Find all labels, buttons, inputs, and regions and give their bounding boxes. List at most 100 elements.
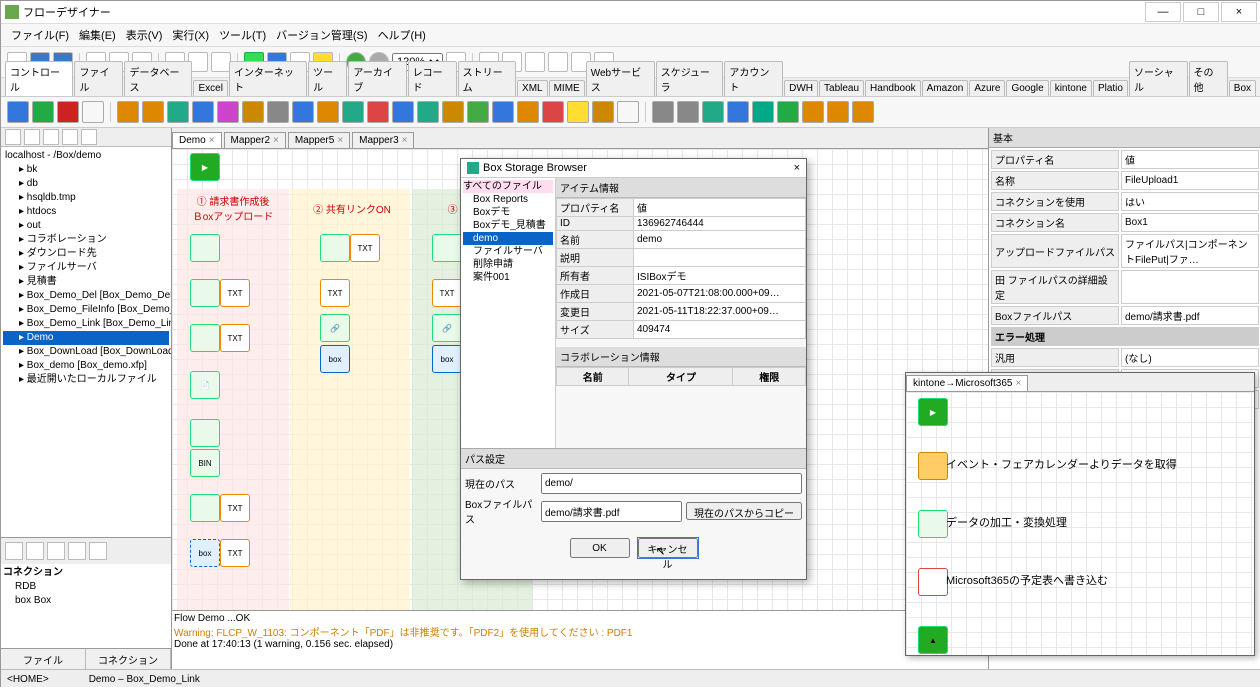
- tab-close-icon[interactable]: ×: [209, 135, 215, 146]
- component-icon[interactable]: [367, 101, 389, 123]
- tree-btn2[interactable]: [24, 129, 40, 145]
- node-bin[interactable]: BIN: [190, 449, 220, 477]
- tree-item[interactable]: ▸ Box_Demo_Link [Box_Demo_Link.xfp]: [3, 317, 169, 331]
- dialog-tree-item[interactable]: Boxデモ_見積書: [463, 219, 553, 232]
- category-tab[interactable]: データベース: [124, 61, 192, 96]
- component-icon[interactable]: [752, 101, 774, 123]
- menu-file[interactable]: ファイル(F): [7, 26, 73, 44]
- minimize-button[interactable]: —: [1145, 2, 1181, 22]
- node-c3-2[interactable]: TXT: [432, 279, 462, 307]
- prop-value[interactable]: ファイルパス|コンポーネントFilePut|ファ…: [1121, 234, 1259, 268]
- tree-btn4[interactable]: [62, 129, 78, 145]
- dialog-tree-item[interactable]: demo: [463, 232, 553, 245]
- component-icon[interactable]: [467, 101, 489, 123]
- tree-item[interactable]: ▸ ファイルサーバ: [3, 261, 169, 275]
- component-icon[interactable]: [727, 101, 749, 123]
- component-icon[interactable]: [852, 101, 874, 123]
- category-tab[interactable]: DWH: [784, 80, 818, 96]
- node-c2-1[interactable]: [320, 234, 350, 262]
- dialog-tree-root[interactable]: すべてのファイル: [463, 180, 553, 193]
- tab-close-icon[interactable]: ×: [402, 135, 408, 146]
- component-icon[interactable]: [267, 101, 289, 123]
- node-map2[interactable]: [190, 324, 220, 352]
- category-tab[interactable]: ファイル: [74, 61, 123, 96]
- node-db[interactable]: [190, 234, 220, 262]
- category-tab[interactable]: ソーシャル: [1129, 61, 1188, 96]
- category-tab[interactable]: Handbook: [865, 80, 921, 96]
- component-icon[interactable]: [677, 101, 699, 123]
- category-tab[interactable]: その他: [1189, 61, 1228, 96]
- category-tab[interactable]: Excel: [193, 80, 227, 96]
- tree-btn3[interactable]: [43, 129, 59, 145]
- tab-close-icon[interactable]: ×: [273, 135, 279, 146]
- prop-value[interactable]: はい: [1121, 192, 1259, 211]
- dialog-tree-item[interactable]: 削除申請: [463, 258, 553, 271]
- category-tab[interactable]: アーカイブ: [348, 61, 406, 96]
- conn-btn5[interactable]: [89, 542, 107, 560]
- tree-item[interactable]: ▸ htdocs: [3, 205, 169, 219]
- tree-item[interactable]: ▸ Demo: [3, 331, 169, 345]
- left-tab-conn[interactable]: コネクション: [86, 649, 171, 669]
- component-icon[interactable]: [702, 101, 724, 123]
- float-node-end[interactable]: ▲: [918, 626, 948, 654]
- node-c2-link[interactable]: 🔗: [320, 314, 350, 342]
- close-button[interactable]: ×: [1221, 2, 1257, 22]
- node-map3[interactable]: [190, 419, 220, 447]
- tree-item[interactable]: ▸ Box_DownLoad [Box_DownLoad.xfp]: [3, 345, 169, 359]
- float-canvas-body[interactable]: ▶ イベント・フェアカレンダーよりデータを取得 データの加工・変換処理 Micr…: [906, 392, 1254, 655]
- prop-value[interactable]: Box1: [1121, 213, 1259, 232]
- tree-item[interactable]: ▸ db: [3, 177, 169, 191]
- component-icon[interactable]: [542, 101, 564, 123]
- dialog-tree[interactable]: すべてのファイル Box ReportsBoxデモBoxデモ_見積書demoファ…: [461, 178, 556, 448]
- nav4-icon[interactable]: [548, 52, 568, 72]
- node-c2-box[interactable]: box: [320, 345, 350, 373]
- menu-version[interactable]: バージョン管理(S): [272, 26, 371, 44]
- component-icon[interactable]: [242, 101, 264, 123]
- tree-item[interactable]: ▸ Box_Demo_Del [Box_Demo_Del.xfp]: [3, 289, 169, 303]
- node-map1[interactable]: [190, 279, 220, 307]
- category-tab[interactable]: ツール: [308, 61, 347, 96]
- category-tab[interactable]: スケジューラ: [656, 61, 724, 96]
- component-icon[interactable]: [652, 101, 674, 123]
- menu-tool[interactable]: ツール(T): [215, 26, 270, 44]
- prop-value[interactable]: [1121, 270, 1259, 304]
- conn-btn2[interactable]: [26, 542, 44, 560]
- component-icon[interactable]: [617, 101, 639, 123]
- project-tree[interactable]: localhost - /Box/demo ▸ bk▸ db▸ hsqldb.t…: [1, 147, 171, 537]
- component-icon[interactable]: [117, 101, 139, 123]
- category-tab[interactable]: kintone: [1050, 80, 1092, 96]
- component-icon[interactable]: [342, 101, 364, 123]
- node-c3-box[interactable]: box: [432, 345, 462, 373]
- component-icon[interactable]: [57, 101, 79, 123]
- float-node-start[interactable]: ▶: [918, 398, 948, 426]
- category-tab[interactable]: XML: [517, 80, 548, 96]
- dialog-tree-item[interactable]: ファイルサーバ: [463, 245, 553, 258]
- category-tab[interactable]: Azure: [969, 80, 1005, 96]
- component-icon[interactable]: [32, 101, 54, 123]
- component-icon[interactable]: [7, 101, 29, 123]
- prop-value[interactable]: demo/請求書.pdf: [1121, 306, 1259, 325]
- category-tab[interactable]: MIME: [549, 80, 585, 96]
- category-tab[interactable]: レコード: [408, 61, 457, 96]
- tree-item[interactable]: ▸ 見積書: [3, 275, 169, 289]
- node-pdf[interactable]: 📄: [190, 371, 220, 399]
- dialog-close-button[interactable]: ×: [794, 162, 800, 174]
- float-tab[interactable]: kintone→Microsoft365 ×: [906, 375, 1028, 391]
- tree-item[interactable]: ▸ コラボレーション: [3, 233, 169, 247]
- float-node-m365[interactable]: [918, 568, 948, 596]
- component-icon[interactable]: [317, 101, 339, 123]
- component-icon[interactable]: [827, 101, 849, 123]
- tree-item[interactable]: ▸ hsqldb.tmp: [3, 191, 169, 205]
- menu-run[interactable]: 実行(X): [168, 26, 213, 44]
- menu-edit[interactable]: 編集(E): [75, 26, 120, 44]
- component-icon[interactable]: [167, 101, 189, 123]
- category-tab[interactable]: Google: [1006, 80, 1048, 96]
- tree-item[interactable]: ▸ 最近開いたローカルファイル: [3, 373, 169, 387]
- node-txt2[interactable]: TXT: [220, 324, 250, 352]
- editor-tab[interactable]: Mapper3×: [352, 132, 414, 148]
- component-icon[interactable]: [777, 101, 799, 123]
- component-icon[interactable]: [292, 101, 314, 123]
- component-icon[interactable]: [392, 101, 414, 123]
- float-node-map[interactable]: [918, 510, 948, 538]
- current-path-input[interactable]: [541, 473, 802, 494]
